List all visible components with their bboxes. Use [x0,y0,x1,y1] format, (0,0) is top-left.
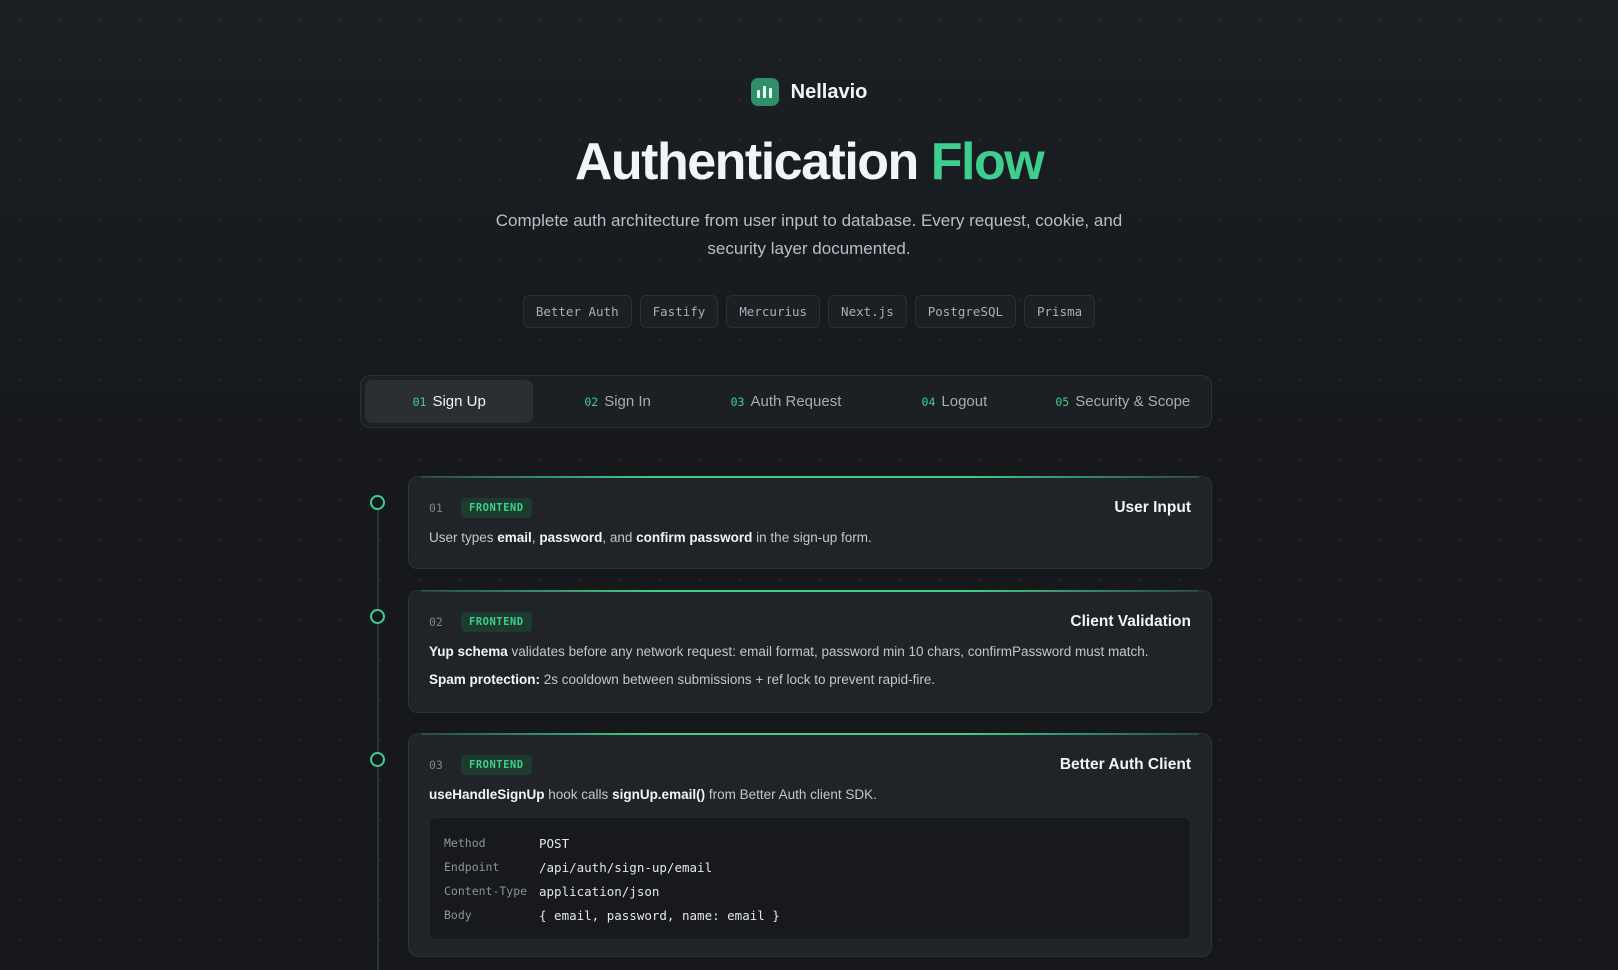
tech-tag: Mercurius [726,295,821,328]
step-header: 02 FRONTEND Client Validation [429,611,1191,633]
request-details: Method POST Endpoint /api/auth/sign-up/e… [429,817,1191,940]
tech-tag: Prisma [1024,295,1096,328]
tab-label: Logout [941,393,988,410]
text-emphasis: email [497,530,532,545]
title-accent: Flow [930,133,1045,191]
step-card-user-input: 01 FRONTEND User Input User types email,… [408,476,1212,569]
flow-tabs: 01 Sign Up 02 Sign In 03 Auth Request 04… [360,375,1212,428]
timeline-line [377,503,379,970]
step-title: Better Auth Client [1059,756,1191,773]
timeline-dot [370,752,385,767]
timeline-dot [370,495,385,510]
request-key: Method [444,836,486,850]
page-title: Authentication Flow [0,132,1618,192]
text-part: hook calls [544,787,613,802]
tab-security-scope[interactable]: 05 Security & Scope [1039,380,1207,423]
text-emphasis: Yup schema [429,644,508,659]
title-main: Authentication [574,133,919,191]
tab-sign-up[interactable]: 01 Sign Up [365,380,534,423]
layer-badge: FRONTEND [461,755,532,775]
request-key: Endpoint [444,860,500,874]
text-part: from Better Auth client SDK. [705,787,877,802]
tab-sign-in[interactable]: 02 Sign In [533,380,701,423]
step-number: 02 [429,615,443,629]
step-number: 01 [429,501,443,515]
text-part: , and [602,530,637,545]
step-description: Spam protection: 2s cooldown between sub… [429,669,1191,690]
step-description: User types email, password, and confirm … [429,527,1191,548]
step-number: 03 [429,758,443,772]
text-part: in the sign-up form. [752,530,872,545]
request-row: Method POST [444,831,1176,855]
layer-badge: FRONTEND [461,498,532,518]
tab-number: 02 [584,394,599,409]
tab-label: Sign In [604,393,651,410]
text-emphasis: Spam protection: [429,672,541,687]
request-row: Endpoint /api/auth/sign-up/email [444,855,1176,879]
tab-auth-request[interactable]: 03 Auth Request [702,380,870,423]
text-emphasis: password [539,530,603,545]
tab-label: Auth Request [750,393,842,410]
text-part: User types [429,530,498,545]
step-description: Yup schema validates before any network … [429,641,1191,662]
text-part: validates before any network request: em… [507,644,1149,659]
tab-number: 04 [921,394,936,409]
step-title: Client Validation [1070,613,1191,630]
request-key: Body [444,908,472,922]
request-key: Content-Type [444,884,528,898]
step-header: 03 FRONTEND Better Auth Client [429,754,1191,776]
step-card-client-validation: 02 FRONTEND Client Validation Yup schema… [408,590,1212,713]
bar-chart-icon [750,78,779,106]
request-value: POST [539,835,570,851]
text-emphasis: signUp.email() [612,787,706,802]
page: Nellavio Authentication Flow Complete au… [0,0,1618,970]
page-subtitle: Complete auth architecture from user inp… [495,211,1123,258]
request-row: Body { email, password, name: email } [444,903,1176,927]
text-emphasis: confirm password [636,530,753,545]
tab-number: 03 [730,394,745,409]
tech-tag: Better Auth [522,295,632,328]
step-title: User Input [1114,499,1191,516]
tech-tag: Next.js [828,295,907,328]
text-emphasis: useHandleSignUp [429,787,545,802]
tab-label: Sign Up [432,393,486,410]
tab-logout[interactable]: 04 Logout [870,380,1038,423]
tech-tag: PostgreSQL [914,295,1016,328]
tab-label: Security & Scope [1075,393,1191,410]
brand-name: Nellavio [790,80,868,103]
request-value: { email, password, name: email } [539,907,780,923]
request-value: application/json [539,883,660,899]
tab-number: 05 [1055,394,1070,409]
step-description: useHandleSignUp hook calls signUp.email(… [429,784,1191,805]
brand[interactable]: Nellavio [0,78,1618,106]
request-value: /api/auth/sign-up/email [539,859,713,875]
timeline-dot [370,609,385,624]
step-card-better-auth-client: 03 FRONTEND Better Auth Client useHandle… [408,733,1212,957]
tab-number: 01 [412,394,427,409]
step-header: 01 FRONTEND User Input [429,497,1191,519]
tech-tags: Better Auth Fastify Mercurius Next.js Po… [0,295,1618,328]
request-row: Content-Type application/json [444,879,1176,903]
text-part: 2s cooldown between submissions + ref lo… [540,672,936,687]
layer-badge: FRONTEND [461,612,532,632]
tech-tag: Fastify [639,295,719,328]
